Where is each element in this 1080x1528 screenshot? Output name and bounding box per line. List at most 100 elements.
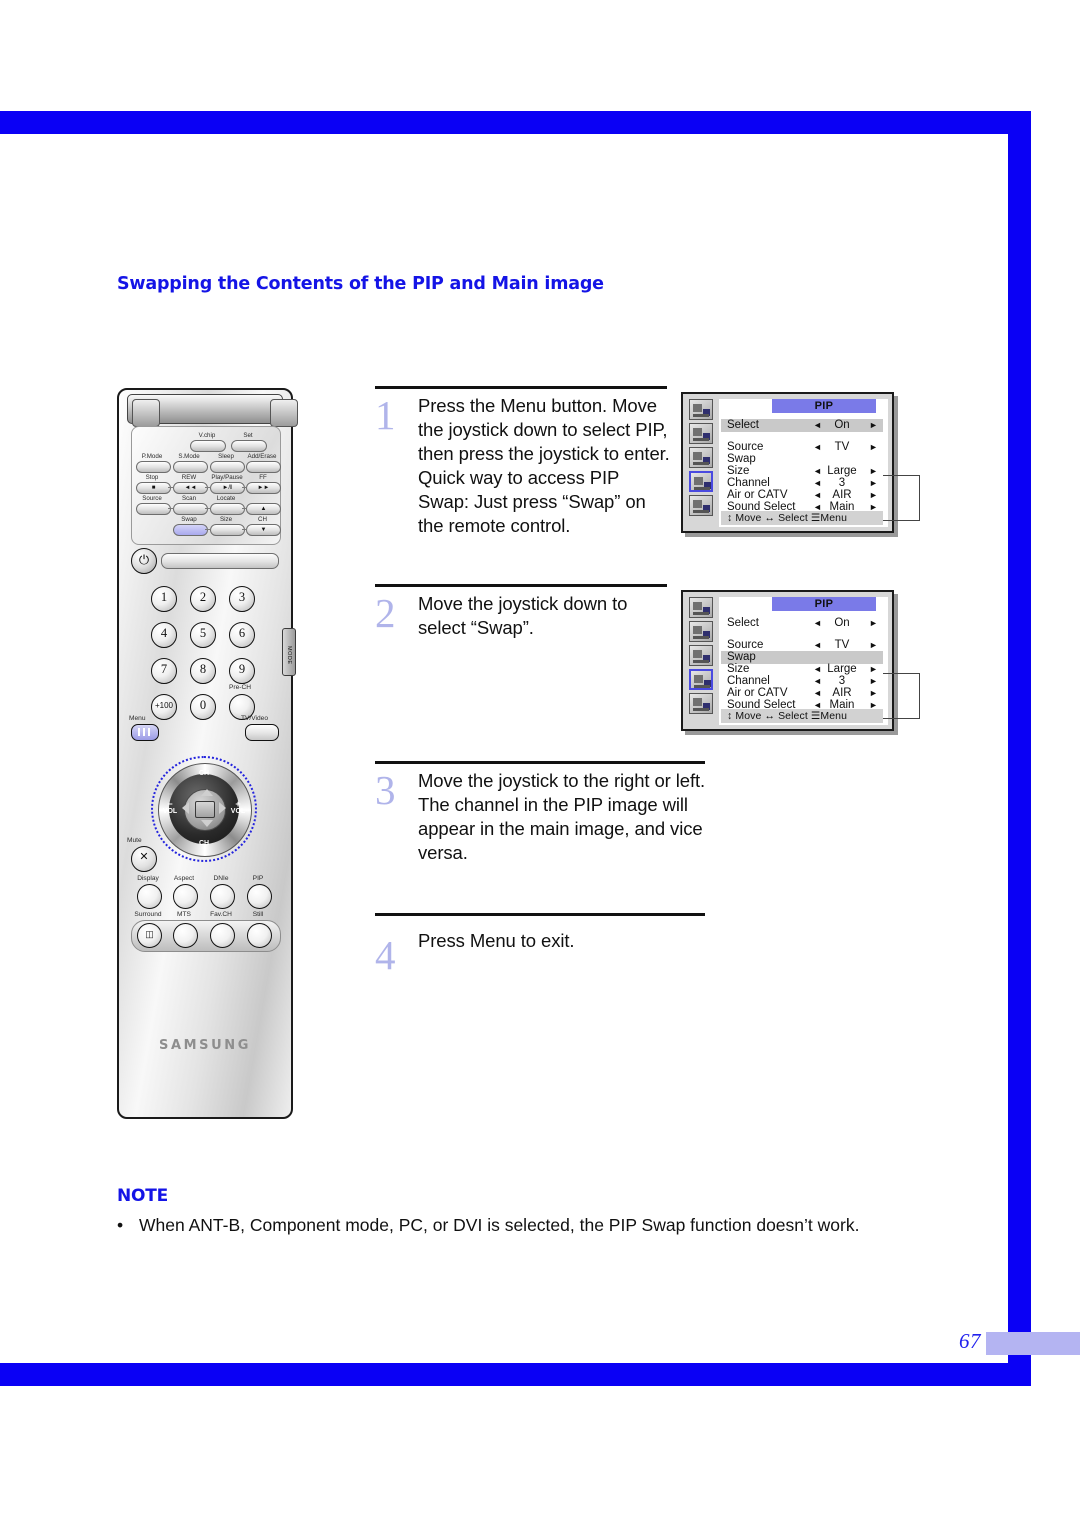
button-set[interactable] <box>231 440 267 452</box>
btn-label-pip: PIP <box>252 875 264 882</box>
osd-callout-line <box>883 475 920 521</box>
osd-value-select: On <box>834 419 850 431</box>
page-frame-top <box>0 111 1031 134</box>
btn-label-fav-ch: Fav.CH <box>210 911 232 918</box>
osd-icon-channel[interactable] <box>689 645 713 666</box>
mode-switch[interactable]: MODE <box>282 628 296 676</box>
osd-icon-picture[interactable] <box>689 597 713 618</box>
button-tv-video[interactable] <box>245 724 279 741</box>
button-pmode[interactable] <box>136 461 171 473</box>
joystick-left-arrow-icon <box>182 802 189 814</box>
button-mts[interactable] <box>173 923 198 948</box>
osd-icon-sound[interactable] <box>689 621 713 642</box>
btn-label-ch: CH <box>258 516 267 523</box>
osd-row-select[interactable]: Select ◄ On ► <box>721 419 883 432</box>
osd-icon-pip[interactable] <box>689 669 713 690</box>
button-locate[interactable] <box>210 503 245 515</box>
joystick-vol-up-sign: + <box>235 799 241 809</box>
btn-label-size: Size <box>219 516 233 523</box>
button-dnie[interactable] <box>210 884 235 909</box>
step-number-2: 2 <box>375 590 396 636</box>
joystick-ch-down-label: CH <box>198 840 210 847</box>
button-still[interactable] <box>247 923 272 948</box>
btn-label-ff: FF <box>259 474 267 481</box>
btn-label-playpause: Play/Pause <box>211 474 243 481</box>
button-channel-down[interactable]: ▼ <box>246 524 281 536</box>
button-fav-ch[interactable] <box>210 923 235 948</box>
keypad-5[interactable]: 5 <box>190 622 216 648</box>
joystick-vol-up-label: VOL <box>230 808 246 815</box>
osd-footer-hints: ↕ Move ↔ Select ☰Menu <box>721 709 883 723</box>
btn-label-display: Display <box>137 875 159 882</box>
btn-label-smode: S.Mode <box>178 453 200 460</box>
step-text-1: Press the Menu button. Move the joystick… <box>418 395 670 537</box>
btn-label-menu: Menu <box>129 715 146 722</box>
button-smode[interactable] <box>173 461 208 473</box>
osd-callout-line <box>883 673 920 719</box>
button-mute[interactable]: ✕ <box>131 846 157 872</box>
button-surround[interactable]: ◫ <box>137 923 162 948</box>
button-sleep[interactable] <box>210 461 245 473</box>
keypad-6[interactable]: 6 <box>229 622 255 648</box>
keypad-3[interactable]: 3 <box>229 586 255 612</box>
osd-value-select: On <box>834 617 850 629</box>
button-menu[interactable] <box>131 724 159 741</box>
step-text-2: Move the joystick down to select “Swap”. <box>418 593 628 639</box>
button-stop[interactable]: ■ <box>136 482 171 494</box>
button-scan[interactable] <box>173 503 208 515</box>
manual-page: 67 Swapping the Contents of the PIP and … <box>0 0 1080 1528</box>
note-heading: NOTE <box>117 1186 169 1206</box>
page-number-bar <box>986 1332 1080 1355</box>
keypad-7[interactable]: 7 <box>151 658 177 684</box>
btn-label-tv-video: TV/Video <box>241 715 269 722</box>
osd-right-arrow-icon[interactable]: ► <box>869 617 878 630</box>
button-connector <box>205 508 211 509</box>
osd-row-select[interactable]: Select ◄ On ► <box>721 617 883 630</box>
keypad-9[interactable]: 9 <box>229 658 255 684</box>
page-number: 67 <box>959 1329 981 1353</box>
button-channel-up[interactable]: ▲ <box>246 503 281 515</box>
button-pip[interactable] <box>247 884 272 909</box>
button-vchip[interactable] <box>190 440 226 452</box>
keypad-8[interactable]: 8 <box>190 658 216 684</box>
button-size[interactable] <box>210 524 245 536</box>
button-connector <box>242 508 247 509</box>
keypad-0[interactable]: 0 <box>190 694 216 720</box>
button-connector <box>168 508 174 509</box>
power-button[interactable]: ⏻ <box>131 548 157 574</box>
keypad-2[interactable]: 2 <box>190 586 216 612</box>
step-divider <box>375 761 705 764</box>
button-connector <box>168 487 174 488</box>
osd-icon-sound[interactable] <box>689 423 713 444</box>
button-add-erase[interactable] <box>246 461 281 473</box>
joystick-control[interactable]: CH CH VOL VOL − + <box>151 756 257 862</box>
osd-icon-setup[interactable] <box>689 693 713 714</box>
button-rewind[interactable]: ◄◄ <box>173 482 208 494</box>
keypad-1[interactable]: 1 <box>151 586 177 612</box>
btn-label-source: Source <box>142 495 162 502</box>
button-swap[interactable] <box>173 524 208 536</box>
button-play-pause[interactable]: ►/‖ <box>210 482 245 494</box>
btn-label-sleep: Sleep <box>218 453 234 460</box>
osd-icon-setup[interactable] <box>689 495 713 516</box>
page-frame-right <box>1008 111 1031 1386</box>
osd-panel: PIP Select ◄ On ► Source ◄ TV ► Swap Siz… <box>719 597 920 725</box>
joystick-ch-up-label: CH <box>198 770 210 777</box>
joystick-enter-icon[interactable] <box>195 801 215 818</box>
osd-right-arrow-icon[interactable]: ► <box>869 419 878 432</box>
osd-icon-sidebar <box>689 597 715 717</box>
button-aspect[interactable] <box>173 884 198 909</box>
osd-icon-channel[interactable] <box>689 447 713 468</box>
osd-menu-step1: PIP Select ◄ On ► Source ◄ TV ► Swap Siz… <box>681 392 920 533</box>
mode-switch-label: MODE <box>286 646 292 665</box>
button-display[interactable] <box>137 884 162 909</box>
step-divider <box>375 386 667 389</box>
keypad-4[interactable]: 4 <box>151 622 177 648</box>
button-fast-forward[interactable]: ►► <box>246 482 281 494</box>
osd-icon-pip[interactable] <box>689 471 713 492</box>
button-source[interactable] <box>136 503 171 515</box>
step-number-4: 4 <box>375 932 396 978</box>
osd-icon-picture[interactable] <box>689 399 713 420</box>
joystick-vol-down-sign: − <box>167 799 173 809</box>
remote-ir-left-pad <box>132 399 160 427</box>
